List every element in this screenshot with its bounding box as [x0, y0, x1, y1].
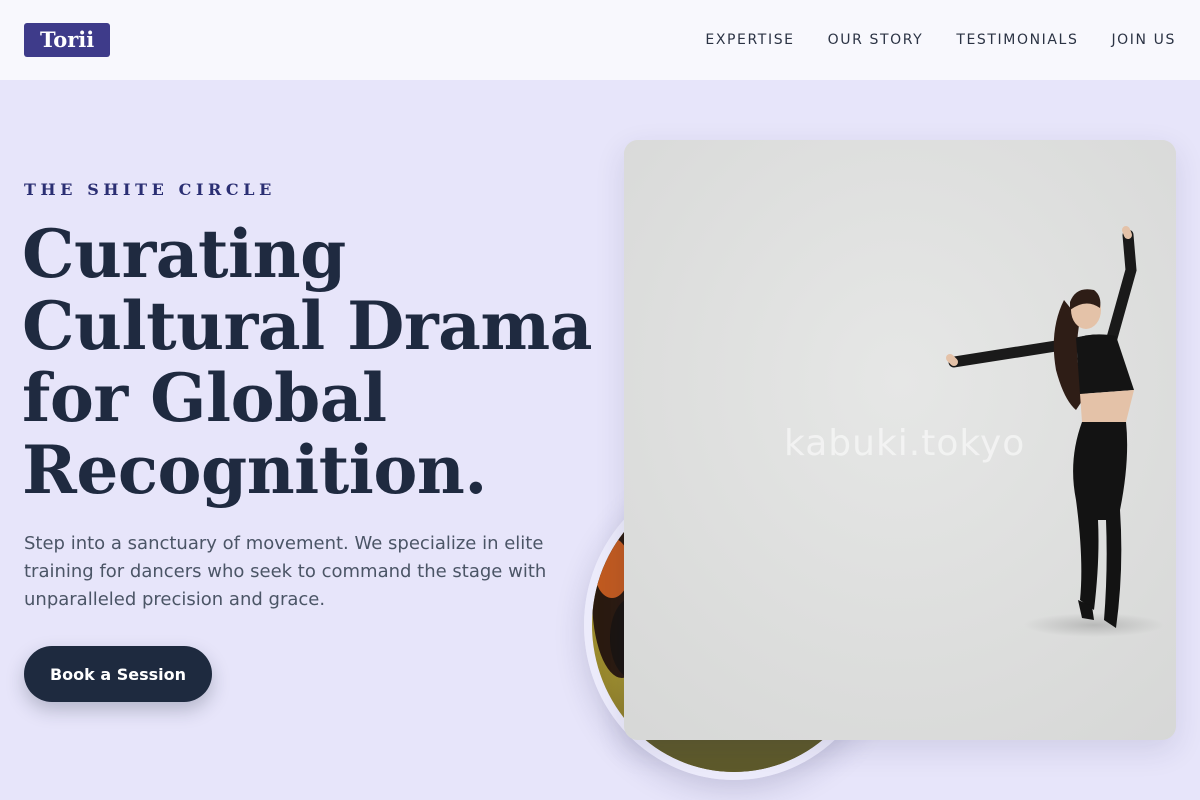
hero-subtext: Step into a sanctuary of movement. We sp…: [24, 533, 547, 610]
navbar: Torii EXPERTISE OUR STORY TESTIMONIALS J…: [0, 0, 1200, 80]
nav-link-expertise[interactable]: EXPERTISE: [705, 32, 794, 48]
book-session-button[interactable]: Book a Session: [24, 646, 212, 702]
main-nav: EXPERTISE OUR STORY TESTIMONIALS JOIN US: [705, 32, 1176, 48]
hero-eyebrow: THE SHITE CIRCLE: [24, 180, 276, 199]
headline-line: for Global: [22, 359, 387, 437]
headline-line: Cultural Drama: [22, 287, 593, 365]
logo[interactable]: Torii: [24, 23, 111, 57]
nav-link-join-us[interactable]: JOIN US: [1111, 32, 1176, 48]
headline-line: Curating: [22, 215, 346, 293]
photo-watermark: kabuki.tokyo: [784, 423, 1026, 464]
nav-link-our-story[interactable]: OUR STORY: [828, 32, 924, 48]
hero-headline: Curating Cultural Drama for Global Recog…: [22, 218, 602, 506]
hero-dancer-photo: kabuki.tokyo: [624, 140, 1176, 740]
headline-line: Recognition.: [22, 431, 487, 509]
nav-link-testimonials[interactable]: TESTIMONIALS: [956, 32, 1078, 48]
